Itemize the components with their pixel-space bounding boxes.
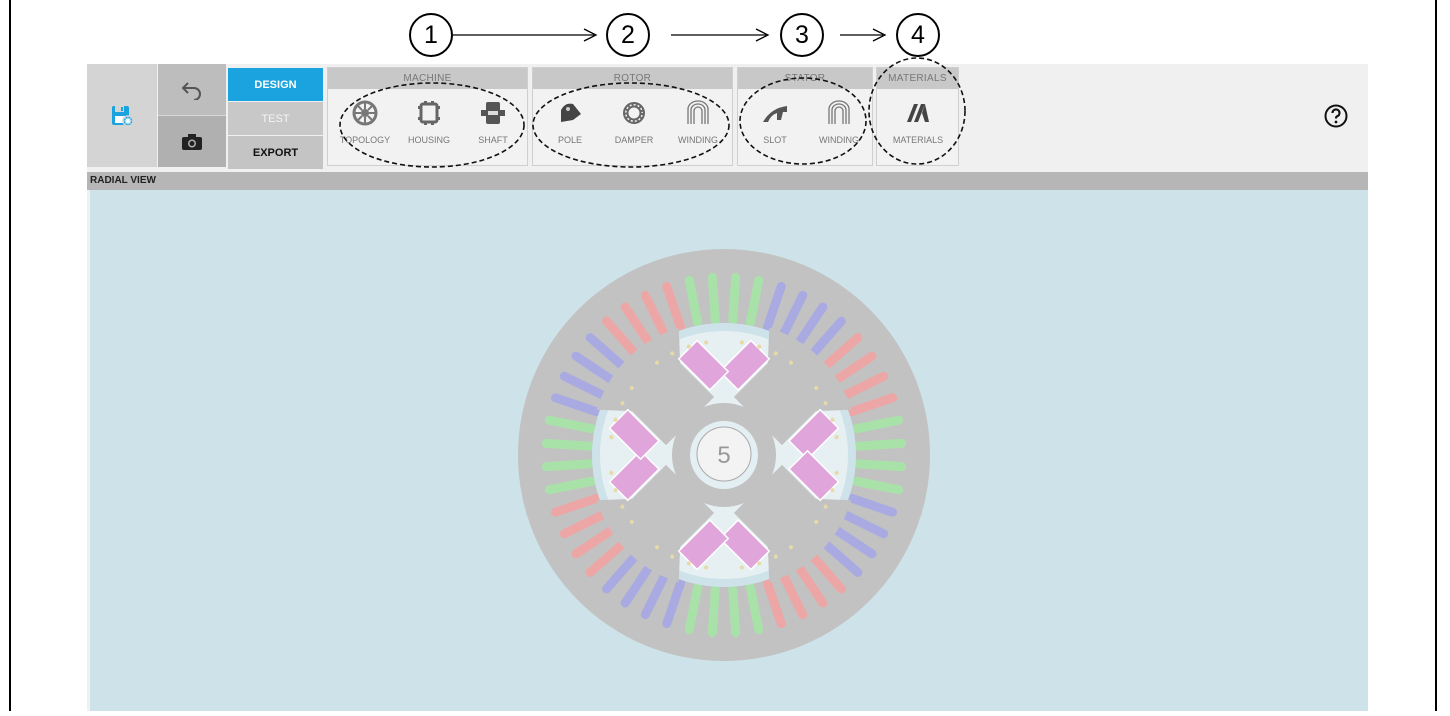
slot-icon — [763, 106, 787, 122]
rotor-winding-tool[interactable]: WINDING — [667, 95, 729, 159]
rotor-winding-label: WINDING — [678, 135, 718, 145]
undo-icon — [181, 81, 201, 100]
export-tab[interactable]: EXPORT — [228, 136, 323, 169]
save-button[interactable] — [87, 64, 157, 167]
rotor-group-title: ROTOR — [533, 68, 732, 89]
damper-tool[interactable]: DAMPER — [603, 95, 665, 159]
topology-label: TOPOLOGY — [339, 135, 391, 145]
mode-selector: DESIGN TEST EXPORT — [228, 64, 323, 169]
materials-icon — [907, 104, 929, 122]
machine-cross-section: 5 — [518, 249, 930, 661]
rotor-winding-icon — [687, 100, 709, 124]
materials-group-title: MATERIALS — [877, 68, 958, 89]
shaft-icon — [481, 102, 505, 124]
callout-2: 2 — [606, 13, 650, 57]
shaft-label: SHAFT — [478, 135, 508, 145]
housing-tool[interactable]: HOUSING — [398, 95, 460, 159]
machine-group: MACHINE TOPOLOGY HOUSING SHAFT — [327, 67, 528, 166]
save-icon — [112, 105, 133, 127]
pole-icon — [561, 103, 581, 122]
stator-slot — [541, 438, 594, 451]
materials-label: MATERIALS — [892, 135, 944, 145]
materials-tool[interactable]: MATERIALS — [887, 95, 949, 159]
stator-slot — [854, 459, 907, 472]
test-tab[interactable]: TEST — [228, 102, 323, 135]
stator-winding-tool[interactable]: WINDING — [808, 95, 870, 159]
damper-icon — [623, 102, 645, 124]
stator-slot — [707, 272, 720, 325]
design-tab[interactable]: DESIGN — [228, 68, 323, 101]
rotor-group: ROTOR POLE DAMPER WINDING — [532, 67, 733, 166]
stator-slot — [707, 585, 720, 638]
stator-slot — [728, 585, 741, 638]
tool-column — [158, 64, 226, 167]
radial-view-canvas[interactable]: 5 — [90, 190, 1368, 711]
callout-1: 1 — [409, 13, 453, 57]
callout-3: 3 — [780, 13, 824, 57]
stator-slot — [541, 459, 594, 472]
slot-tool[interactable]: SLOT — [744, 95, 806, 159]
undo-button[interactable] — [158, 64, 226, 116]
callout-5-label: 5 — [717, 442, 730, 469]
stator-winding-label: WINDING — [819, 135, 859, 145]
shaft-tool[interactable]: SHAFT — [462, 95, 524, 159]
help-icon — [1324, 104, 1348, 128]
app-window: DESIGN TEST EXPORT MACHINE TOPOLOGY HOUS… — [87, 64, 1368, 711]
stator-winding-icon — [828, 100, 850, 124]
stator-group-title: STATOR — [738, 68, 872, 89]
housing-icon — [418, 101, 440, 125]
housing-label: HOUSING — [407, 135, 450, 145]
pole-tool[interactable]: POLE — [539, 95, 601, 159]
stator-slot — [854, 438, 907, 451]
topology-icon — [352, 100, 378, 126]
camera-icon — [182, 133, 202, 150]
radial-view-title: RADIAL VIEW — [87, 172, 1368, 190]
callout-4: 4 — [896, 13, 940, 57]
machine-group-title: MACHINE — [328, 68, 527, 89]
slot-label: SLOT — [763, 135, 787, 145]
damper-label: DAMPER — [614, 135, 654, 145]
help-button[interactable] — [1324, 104, 1348, 128]
topology-tool[interactable]: TOPOLOGY — [334, 95, 396, 159]
pole-label: POLE — [557, 135, 582, 145]
stator-slot — [728, 272, 741, 325]
camera-button[interactable] — [158, 116, 226, 167]
materials-group: MATERIALS MATERIALS — [876, 67, 959, 166]
stator-group: STATOR SLOT WINDING — [737, 67, 873, 166]
